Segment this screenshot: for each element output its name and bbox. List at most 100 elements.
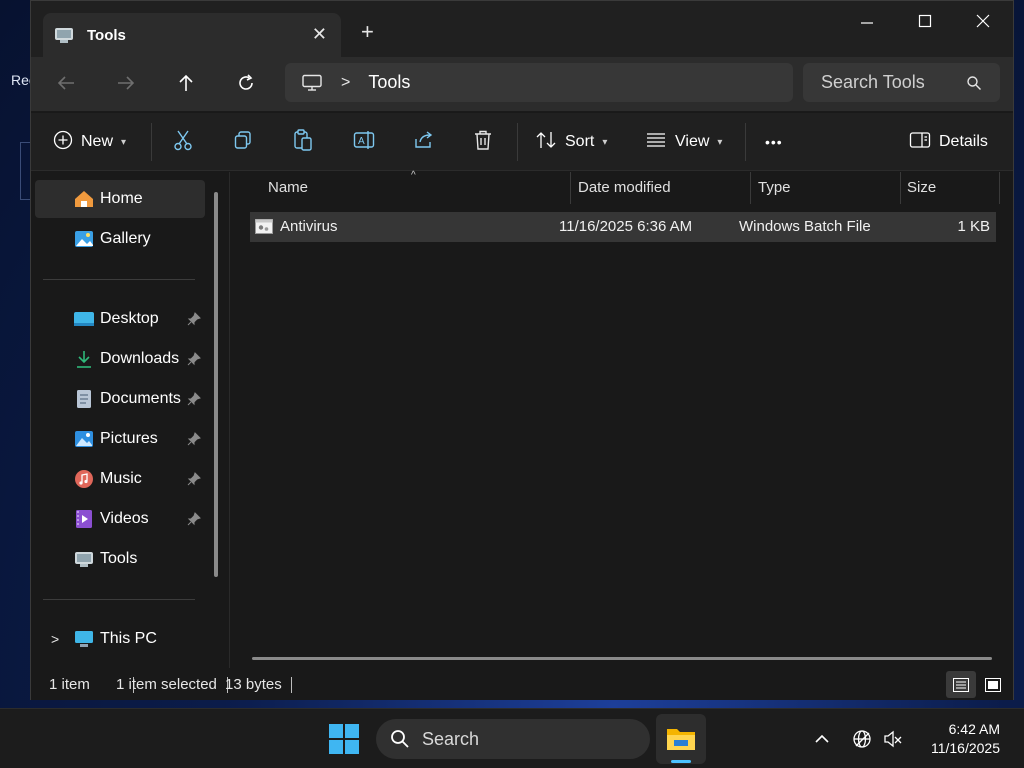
taskbar-search[interactable]: Search [376, 719, 650, 759]
chevron-down-icon: ▾ [121, 136, 127, 148]
breadcrumb-tools[interactable]: Tools [368, 72, 410, 93]
search-box[interactable]: Search Tools [803, 63, 1000, 102]
breadcrumb-chevron-icon[interactable]: > [341, 74, 350, 92]
column-divider[interactable] [570, 172, 571, 204]
share-button[interactable] [413, 130, 435, 154]
sidebar-item-documents[interactable]: Documents [35, 380, 205, 418]
up-arrow-icon[interactable] [171, 70, 201, 96]
copy-button[interactable] [233, 130, 253, 154]
sidebar-item-label: Desktop [100, 310, 159, 327]
sidebar-item-gallery[interactable]: Gallery [35, 220, 205, 258]
view-button[interactable]: View ▾ [645, 130, 722, 154]
toolbar-divider [745, 123, 746, 161]
clock-time: 6:42 AM [948, 721, 1000, 737]
this-pc-icon [73, 628, 95, 650]
forward-arrow-icon[interactable] [111, 70, 141, 96]
chevron-up-icon[interactable] [812, 729, 832, 749]
taskbar-search-label: Search [422, 728, 480, 749]
toolbar-divider [151, 123, 152, 161]
search-input[interactable]: Search Tools [821, 72, 966, 93]
sidebar-item-this-pc[interactable]: > This PC [35, 620, 205, 658]
tools-folder-icon [73, 548, 95, 570]
start-button[interactable] [328, 723, 360, 755]
details-view-icon [953, 677, 969, 692]
this-pc-icon[interactable] [301, 74, 323, 92]
gallery-icon [73, 228, 95, 250]
file-explorer-taskbar-button[interactable] [656, 714, 706, 764]
tiles-view-icon [985, 677, 1001, 692]
scissors-icon [173, 129, 193, 156]
sidebar-item-label: Gallery [100, 230, 151, 247]
cut-button[interactable] [173, 130, 193, 154]
status-bar: 1 item 1 item selected 13 bytes [31, 668, 1013, 700]
desktop-folder-icon [73, 308, 95, 330]
sidebar-item-music[interactable]: Music [35, 460, 205, 498]
sidebar-item-downloads[interactable]: Downloads [35, 340, 205, 378]
status-size: 13 bytes [225, 676, 282, 693]
paste-button[interactable] [293, 128, 313, 156]
details-pane-button[interactable]: Details [909, 130, 988, 154]
clock-date: 11/16/2025 [930, 740, 1000, 756]
active-app-indicator [671, 760, 691, 763]
table-row[interactable]: Antivirus 11/16/2025 6:36 AM Windows Bat… [250, 212, 996, 242]
view-lines-icon [645, 131, 667, 154]
clipboard-icon [293, 128, 313, 156]
search-icon[interactable] [966, 75, 982, 91]
pin-icon[interactable] [187, 312, 201, 326]
pin-icon[interactable] [187, 392, 201, 406]
rename-button[interactable]: A [353, 130, 375, 154]
sidebar-divider [43, 599, 195, 600]
sort-button[interactable]: Sort ▾ [535, 130, 607, 154]
navigation-pane: Home Gallery Desktop Downloads Documents… [31, 172, 229, 668]
sidebar-item-tools[interactable]: Tools [35, 540, 205, 578]
column-divider[interactable] [999, 172, 1000, 204]
pin-icon[interactable] [187, 472, 201, 486]
back-arrow-icon[interactable] [51, 70, 81, 96]
file-type: Windows Batch File [739, 218, 871, 235]
horizontal-scrollbar[interactable] [252, 657, 992, 660]
sidebar-item-videos[interactable]: Videos [35, 500, 205, 538]
sidebar-item-home[interactable]: Home [35, 180, 205, 218]
sidebar-scrollbar[interactable] [214, 192, 218, 577]
more-options-button[interactable]: ••• [765, 130, 783, 154]
search-icon [390, 729, 410, 749]
chevron-down-icon: ▾ [717, 136, 723, 148]
sidebar-item-desktop[interactable]: Desktop [35, 300, 205, 338]
tiles-view-button[interactable] [978, 671, 1008, 698]
column-header-name[interactable]: Name [268, 179, 308, 196]
batch-file-icon [255, 219, 273, 234]
pin-icon[interactable] [187, 432, 201, 446]
volume-muted-icon[interactable] [883, 729, 903, 749]
chevron-right-icon[interactable]: > [51, 631, 59, 647]
pin-icon[interactable] [187, 512, 201, 526]
tab-close-icon[interactable]: ✕ [312, 25, 327, 43]
view-button-label: View [675, 133, 710, 150]
music-folder-icon [73, 468, 95, 490]
clock[interactable]: 6:42 AM 11/16/2025 [912, 720, 1000, 758]
new-button[interactable]: New ▾ [53, 130, 126, 154]
sidebar-item-pictures[interactable]: Pictures [35, 420, 205, 458]
network-globe-icon[interactable] [852, 729, 872, 749]
close-icon[interactable] [963, 9, 1003, 33]
new-tab-button[interactable]: + [361, 21, 374, 43]
maximize-icon[interactable] [905, 9, 945, 33]
address-bar[interactable]: > Tools [285, 63, 793, 102]
column-header-size[interactable]: Size [907, 179, 936, 196]
plus-circle-icon [53, 130, 73, 155]
column-divider[interactable] [900, 172, 901, 204]
refresh-icon[interactable] [231, 70, 261, 96]
tab-tools[interactable]: Tools ✕ [43, 13, 341, 57]
column-header-date-modified[interactable]: Date modified [578, 179, 671, 196]
pin-icon[interactable] [187, 352, 201, 366]
delete-button[interactable] [473, 130, 493, 154]
svg-text:A: A [358, 136, 365, 147]
share-icon [413, 130, 435, 155]
column-divider[interactable] [750, 172, 751, 204]
pictures-folder-icon [73, 428, 95, 450]
column-header-type[interactable]: Type [758, 179, 791, 196]
sort-ascending-icon: ^ [411, 170, 416, 181]
minimize-icon[interactable] [847, 9, 887, 33]
details-view-button[interactable] [946, 671, 976, 698]
file-date-modified: 11/16/2025 6:36 AM [559, 218, 693, 235]
toolbar-divider [517, 123, 518, 161]
